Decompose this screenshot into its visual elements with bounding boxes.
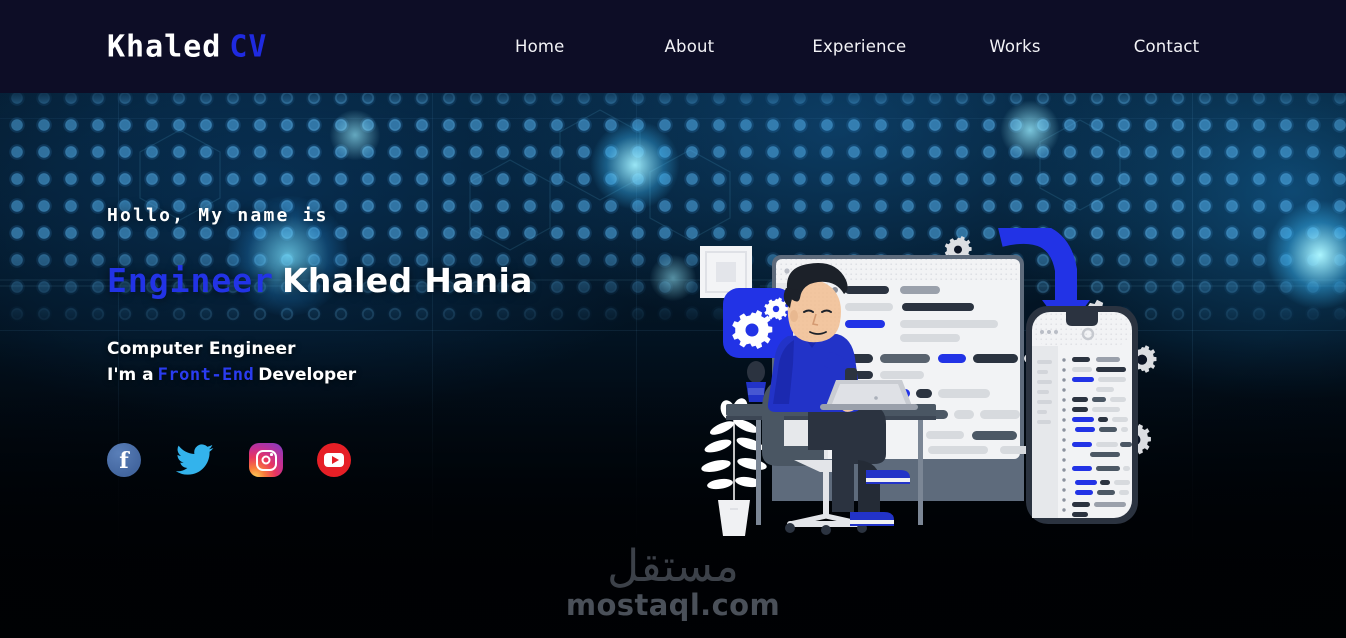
instagram-lens — [261, 455, 271, 465]
mobile-phone-with-code — [1026, 306, 1138, 524]
hero-headline-name: Khaled Hania — [281, 261, 533, 300]
hero-text-block: Hollo, My name is Engineer Khaled Hania C… — [107, 205, 533, 385]
youtube-play-triangle — [331, 456, 339, 464]
developer-illustration-svg — [700, 221, 1157, 536]
instagram-icon[interactable] — [249, 443, 283, 477]
youtube-icon[interactable] — [317, 443, 351, 477]
hero-subtitle-role: Computer Engineer — [107, 339, 296, 359]
hero-subtitle-prefix: I'm a — [107, 365, 154, 385]
laptop — [820, 380, 918, 410]
logo-suffix: CV — [229, 29, 268, 64]
nav-item-home[interactable]: Home — [505, 31, 575, 62]
facebook-glyph: f — [119, 448, 129, 474]
hero-headline-highlight: Engineer — [107, 261, 274, 300]
twitter-bird-glyph — [176, 444, 214, 475]
hero-subtitle-suffix: Developer — [258, 365, 357, 385]
nav-item-about[interactable]: About — [655, 31, 725, 62]
facebook-icon[interactable]: f — [107, 443, 141, 477]
youtube-screen — [324, 453, 344, 467]
page-root: Khaled CV Home About Experience Works Con… — [0, 0, 1346, 638]
hero-headline: Engineer Khaled Hania — [107, 261, 533, 300]
instagram-flash-dot — [270, 453, 273, 456]
logo-name: Khaled — [107, 29, 222, 64]
site-header: Khaled CV Home About Experience Works Con… — [0, 0, 1346, 93]
nav-item-works[interactable]: Works — [979, 31, 1050, 62]
site-logo[interactable]: Khaled CV — [107, 29, 268, 64]
hero-subtitle-highlight: Front-End — [157, 365, 255, 385]
instagram-camera-frame — [255, 449, 277, 471]
hero-subtitle-specialty: I'm a Front-End Developer — [107, 365, 533, 385]
twitter-icon[interactable] — [175, 443, 215, 477]
social-links: f — [107, 443, 351, 477]
nav-item-contact[interactable]: Contact — [1124, 31, 1210, 62]
developer-illustration — [690, 221, 1160, 540]
main-navigation: Home About Experience Works Contact — [505, 0, 1209, 93]
cactus-pot — [746, 361, 766, 402]
nav-item-experience[interactable]: Experience — [802, 31, 916, 62]
hero-greeting: Hollo, My name is — [107, 205, 329, 226]
